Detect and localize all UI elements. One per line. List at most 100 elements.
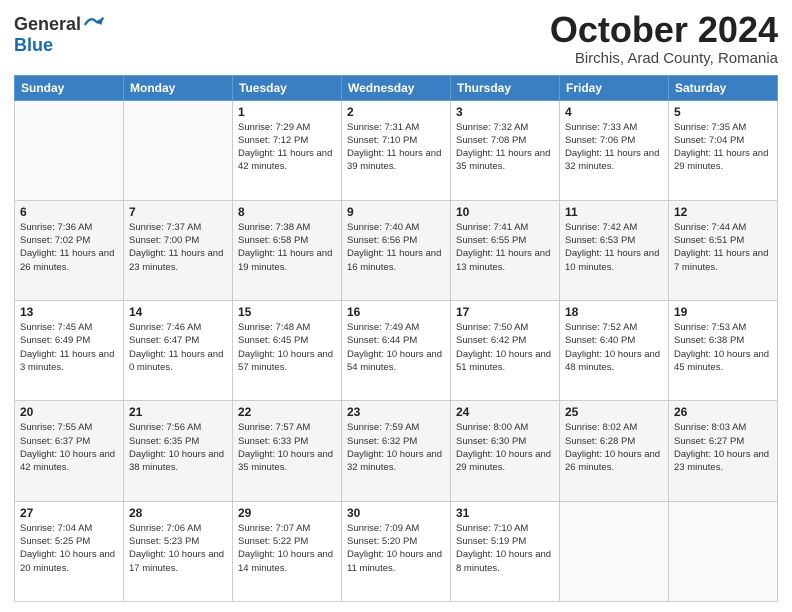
header-row: Sunday Monday Tuesday Wednesday Thursday… [15, 75, 778, 100]
day-info: Sunrise: 7:44 AM Sunset: 6:51 PM Dayligh… [674, 221, 772, 274]
day-number: 11 [565, 205, 663, 219]
day-info: Sunrise: 7:10 AM Sunset: 5:19 PM Dayligh… [456, 522, 554, 575]
col-friday: Friday [560, 75, 669, 100]
day-number: 30 [347, 506, 445, 520]
calendar-cell: 27 Sunrise: 7:04 AM Sunset: 5:25 PM Dayli… [15, 501, 124, 601]
day-info: Sunrise: 8:02 AM Sunset: 6:28 PM Dayligh… [565, 421, 663, 474]
day-info: Sunrise: 7:29 AM Sunset: 7:12 PM Dayligh… [238, 121, 336, 174]
day-info: Sunrise: 8:00 AM Sunset: 6:30 PM Dayligh… [456, 421, 554, 474]
day-info: Sunrise: 7:04 AM Sunset: 5:25 PM Dayligh… [20, 522, 118, 575]
month-title: October 2024 [550, 10, 778, 50]
day-info: Sunrise: 7:35 AM Sunset: 7:04 PM Dayligh… [674, 121, 772, 174]
calendar-cell: 15 Sunrise: 7:48 AM Sunset: 6:45 PM Dayli… [233, 301, 342, 401]
day-number: 6 [20, 205, 118, 219]
day-number: 27 [20, 506, 118, 520]
day-number: 21 [129, 405, 227, 419]
week-row-3: 13 Sunrise: 7:45 AM Sunset: 6:49 PM Dayli… [15, 301, 778, 401]
calendar-cell: 19 Sunrise: 7:53 AM Sunset: 6:38 PM Dayli… [669, 301, 778, 401]
calendar-cell: 23Sunrise: 7:59 AM Sunset: 6:32 PM Dayli… [342, 401, 451, 501]
day-info: Sunrise: 7:46 AM Sunset: 6:47 PM Dayligh… [129, 321, 227, 374]
day-number: 18 [565, 305, 663, 319]
calendar-cell: 26Sunrise: 8:03 AM Sunset: 6:27 PM Dayli… [669, 401, 778, 501]
day-info: Sunrise: 7:49 AM Sunset: 6:44 PM Dayligh… [347, 321, 445, 374]
calendar-cell: 20 Sunrise: 7:55 AM Sunset: 6:37 PM Dayli… [15, 401, 124, 501]
location: Birchis, Arad County, Romania [550, 50, 778, 67]
day-number: 29 [238, 506, 336, 520]
day-number: 7 [129, 205, 227, 219]
calendar-cell [15, 100, 124, 200]
day-number: 14 [129, 305, 227, 319]
day-info: Sunrise: 7:52 AM Sunset: 6:40 PM Dayligh… [565, 321, 663, 374]
col-sunday: Sunday [15, 75, 124, 100]
page: General Blue October 2024 Birchis, Arad … [0, 0, 792, 612]
calendar-cell [124, 100, 233, 200]
calendar-cell: 18 Sunrise: 7:52 AM Sunset: 6:40 PM Dayli… [560, 301, 669, 401]
day-number: 16 [347, 305, 445, 319]
day-info: Sunrise: 7:06 AM Sunset: 5:23 PM Dayligh… [129, 522, 227, 575]
calendar-cell: 31Sunrise: 7:10 AM Sunset: 5:19 PM Dayli… [451, 501, 560, 601]
week-row-1: 1 Sunrise: 7:29 AM Sunset: 7:12 PM Daylig… [15, 100, 778, 200]
day-number: 3 [456, 105, 554, 119]
day-info: Sunrise: 7:42 AM Sunset: 6:53 PM Dayligh… [565, 221, 663, 274]
logo-blue: Blue [14, 36, 105, 56]
calendar-cell: 1 Sunrise: 7:29 AM Sunset: 7:12 PM Daylig… [233, 100, 342, 200]
calendar-cell: 7 Sunrise: 7:37 AM Sunset: 7:00 PM Daylig… [124, 200, 233, 300]
logo: General Blue [14, 14, 105, 56]
week-row-2: 6 Sunrise: 7:36 AM Sunset: 7:02 PM Daylig… [15, 200, 778, 300]
day-info: Sunrise: 7:09 AM Sunset: 5:20 PM Dayligh… [347, 522, 445, 575]
col-thursday: Thursday [451, 75, 560, 100]
day-number: 2 [347, 105, 445, 119]
calendar-cell: 4 Sunrise: 7:33 AM Sunset: 7:06 PM Daylig… [560, 100, 669, 200]
day-number: 1 [238, 105, 336, 119]
day-info: Sunrise: 7:37 AM Sunset: 7:00 PM Dayligh… [129, 221, 227, 274]
week-row-4: 20 Sunrise: 7:55 AM Sunset: 6:37 PM Dayli… [15, 401, 778, 501]
col-monday: Monday [124, 75, 233, 100]
day-number: 17 [456, 305, 554, 319]
day-info: Sunrise: 7:38 AM Sunset: 6:58 PM Dayligh… [238, 221, 336, 274]
day-number: 5 [674, 105, 772, 119]
day-info: Sunrise: 7:41 AM Sunset: 6:55 PM Dayligh… [456, 221, 554, 274]
day-info: Sunrise: 7:55 AM Sunset: 6:37 PM Dayligh… [20, 421, 118, 474]
day-number: 4 [565, 105, 663, 119]
day-number: 22 [238, 405, 336, 419]
day-number: 15 [238, 305, 336, 319]
day-number: 13 [20, 305, 118, 319]
calendar-cell: 21 Sunrise: 7:56 AM Sunset: 6:35 PM Dayli… [124, 401, 233, 501]
logo-general: General [14, 15, 81, 35]
day-info: Sunrise: 7:50 AM Sunset: 6:42 PM Dayligh… [456, 321, 554, 374]
calendar-cell: 16 Sunrise: 7:49 AM Sunset: 6:44 PM Dayli… [342, 301, 451, 401]
day-number: 19 [674, 305, 772, 319]
day-info: Sunrise: 7:59 AM Sunset: 6:32 PM Dayligh… [347, 421, 445, 474]
calendar-cell [669, 501, 778, 601]
calendar-cell: 14 Sunrise: 7:46 AM Sunset: 6:47 PM Dayli… [124, 301, 233, 401]
day-number: 28 [129, 506, 227, 520]
day-number: 26 [674, 405, 772, 419]
day-number: 24 [456, 405, 554, 419]
calendar-cell: 5 Sunrise: 7:35 AM Sunset: 7:04 PM Daylig… [669, 100, 778, 200]
col-tuesday: Tuesday [233, 75, 342, 100]
calendar-cell: 2 Sunrise: 7:31 AM Sunset: 7:10 PM Daylig… [342, 100, 451, 200]
calendar-cell [560, 501, 669, 601]
calendar-cell: 28 Sunrise: 7:06 AM Sunset: 5:23 PM Dayli… [124, 501, 233, 601]
calendar-cell: 9 Sunrise: 7:40 AM Sunset: 6:56 PM Daylig… [342, 200, 451, 300]
day-info: Sunrise: 7:33 AM Sunset: 7:06 PM Dayligh… [565, 121, 663, 174]
calendar-cell: 17 Sunrise: 7:50 AM Sunset: 6:42 PM Dayli… [451, 301, 560, 401]
calendar-cell: 6 Sunrise: 7:36 AM Sunset: 7:02 PM Daylig… [15, 200, 124, 300]
calendar-cell: 8Sunrise: 7:38 AM Sunset: 6:58 PM Daylig… [233, 200, 342, 300]
day-info: Sunrise: 7:32 AM Sunset: 7:08 PM Dayligh… [456, 121, 554, 174]
logo-icon [83, 14, 105, 36]
day-number: 9 [347, 205, 445, 219]
day-info: Sunrise: 7:40 AM Sunset: 6:56 PM Dayligh… [347, 221, 445, 274]
calendar-cell: 3 Sunrise: 7:32 AM Sunset: 7:08 PM Daylig… [451, 100, 560, 200]
day-info: Sunrise: 7:48 AM Sunset: 6:45 PM Dayligh… [238, 321, 336, 374]
day-info: Sunrise: 7:53 AM Sunset: 6:38 PM Dayligh… [674, 321, 772, 374]
day-info: Sunrise: 7:36 AM Sunset: 7:02 PM Dayligh… [20, 221, 118, 274]
day-info: Sunrise: 7:45 AM Sunset: 6:49 PM Dayligh… [20, 321, 118, 374]
day-info: Sunrise: 7:56 AM Sunset: 6:35 PM Dayligh… [129, 421, 227, 474]
day-info: Sunrise: 7:31 AM Sunset: 7:10 PM Dayligh… [347, 121, 445, 174]
day-number: 20 [20, 405, 118, 419]
calendar-cell: 13 Sunrise: 7:45 AM Sunset: 6:49 PM Dayli… [15, 301, 124, 401]
col-saturday: Saturday [669, 75, 778, 100]
calendar: Sunday Monday Tuesday Wednesday Thursday… [14, 75, 778, 602]
day-info: Sunrise: 7:57 AM Sunset: 6:33 PM Dayligh… [238, 421, 336, 474]
